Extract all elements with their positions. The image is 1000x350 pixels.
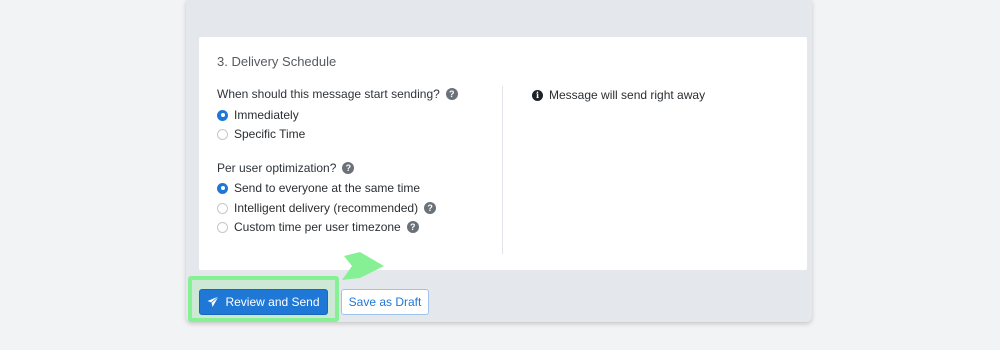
radio-label: Send to everyone at the same time [234,181,421,195]
optimization-question: Per user optimization? ? [217,161,355,175]
radio-label: Specific Time [234,127,306,141]
help-icon[interactable]: ? [342,162,355,174]
radio-button[interactable] [217,128,228,140]
paper-plane-icon [207,296,220,307]
delivery-info: i Message will send right away [532,88,705,102]
delivery-schedule-card: 3. Delivery Schedule When should this me… [199,37,807,270]
page: 3. Delivery Schedule When should this me… [0,0,1000,350]
radio-same-time[interactable]: Send to everyone at the same time [217,181,420,195]
optimization-question-label: Per user optimization? [217,161,337,175]
radio-label: Custom time per user timezone [234,220,401,234]
review-and-send-label: Review and Send [225,295,320,309]
column-divider [502,86,503,254]
help-icon[interactable]: ? [406,221,419,233]
radio-button-checked[interactable] [217,182,228,194]
review-and-send-button[interactable]: Review and Send [199,289,328,315]
start-question: When should this message start sending? … [217,87,458,101]
start-question-label: When should this message start sending? [217,87,440,101]
radio-custom-timezone[interactable]: Custom time per user timezone ? [217,220,419,234]
help-icon[interactable]: ? [445,88,458,100]
radio-immediately[interactable]: Immediately [217,108,299,122]
radio-intelligent-delivery[interactable]: Intelligent delivery (recommended) ? [217,201,437,215]
radio-button-checked[interactable] [217,109,228,121]
radio-button[interactable] [217,202,228,214]
section-title: 3. Delivery Schedule [217,54,337,69]
delivery-info-text: Message will send right away [549,88,706,102]
help-icon[interactable]: ? [424,202,437,214]
radio-label: Immediately [234,108,299,122]
save-as-draft-button[interactable]: Save as Draft [341,289,429,315]
pointer-arrow-icon [342,252,384,280]
radio-specific-time[interactable]: Specific Time [217,127,305,141]
info-icon: i [532,89,543,101]
radio-label: Intelligent delivery (recommended) [234,201,419,215]
radio-button[interactable] [217,221,228,233]
